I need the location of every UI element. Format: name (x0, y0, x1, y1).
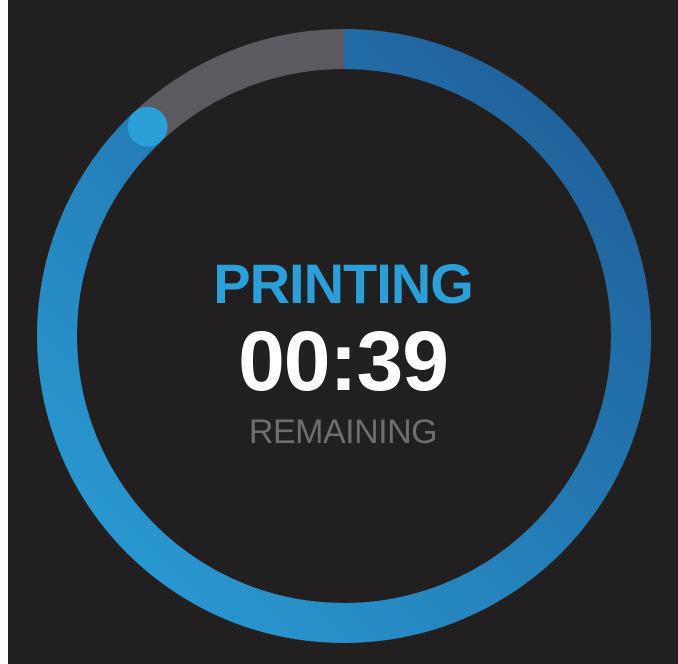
status-label: PRINTING (213, 252, 474, 315)
remaining-caption: REMAINING (248, 413, 438, 451)
status-readout: PRINTING 00:39 REMAINING (8, 252, 678, 452)
print-progress-panel: PRINTING 00:39 REMAINING (8, 0, 678, 664)
progress-end-cap (127, 106, 168, 147)
time-remaining: 00:39 (238, 314, 449, 408)
